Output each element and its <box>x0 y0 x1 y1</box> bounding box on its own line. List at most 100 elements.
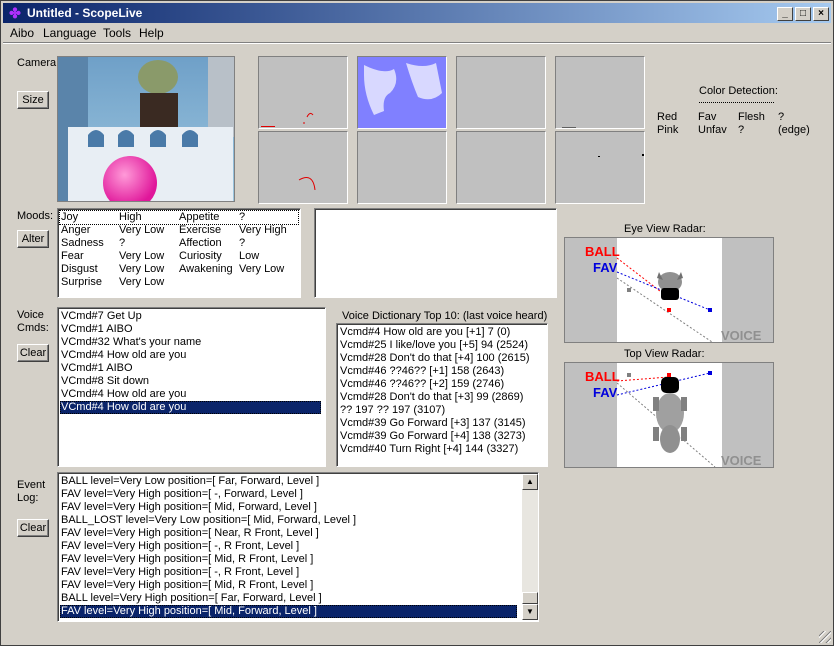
mood-cell: Sadness <box>61 237 104 249</box>
mood-cell: Curiosity <box>179 250 222 262</box>
voice-cmd-item[interactable]: VCmd#4 How old are you <box>60 388 321 401</box>
event-log-item[interactable]: BALL level=Very High position=[ Far, For… <box>60 592 517 605</box>
mood-cell: Appetite <box>179 211 220 223</box>
event-log-item[interactable]: FAV level=Very High position=[ -, R Fron… <box>60 540 517 553</box>
dictionary-item[interactable]: Vcmd#46 ??46?? [+2] 159 (2746) <box>339 378 543 391</box>
camera-image <box>58 57 234 201</box>
moods-label: Moods: <box>17 210 54 222</box>
detection-cell-flesh-bottom <box>456 131 546 204</box>
mood-cell: Fear <box>61 250 84 262</box>
dictionary-item[interactable]: Vcmd#28 Don't do that [+4] 100 (2615) <box>339 352 543 365</box>
alter-button[interactable]: Alter <box>17 230 49 248</box>
event-log-item[interactable]: BALL_LOST level=Very Low position=[ Mid,… <box>60 514 517 527</box>
eye-voice-label: VOICE <box>721 328 762 343</box>
color-detection-divider <box>699 102 774 103</box>
top-view-radar: BALL FAV VOICE <box>564 362 774 468</box>
voice-dictionary-list[interactable]: Vcmd#4 How old are you [+1] 7 (0) Vcmd#25… <box>336 323 548 467</box>
detection-cell-pink-top <box>357 56 447 129</box>
dictionary-item[interactable]: Vcmd#25 I like/love you [+5] 94 (2524) <box>339 339 543 352</box>
event-log-item[interactable]: FAV level=Very High position=[ Mid, Forw… <box>60 501 517 514</box>
size-button[interactable]: Size <box>17 91 49 109</box>
voice-cmds-list[interactable]: VCmd#7 Get Up VCmd#1 AIBO VCmd#32 What's y… <box>57 307 326 467</box>
mood-cell: Very Low <box>119 224 165 236</box>
voice-cmd-item[interactable]: VCmd#4 How old are you <box>60 401 321 414</box>
dictionary-item[interactable]: Vcmd#39 Go Forward [+3] 137 (3145) <box>339 417 543 430</box>
mood-cell: Anger <box>61 224 91 236</box>
color-fav: Fav <box>698 111 717 123</box>
mood-cell: Awakening <box>179 263 233 275</box>
color-pink: Pink <box>657 124 679 136</box>
event-log-clear-button[interactable]: Clear <box>17 519 49 537</box>
mood-cell: ? <box>239 211 246 223</box>
top-voice-label: VOICE <box>721 453 762 468</box>
color-edge: (edge) <box>778 124 810 136</box>
mood-cell: Very Low <box>239 263 285 275</box>
voice-cmd-item[interactable]: VCmd#7 Get Up <box>60 310 321 323</box>
red-detection-plot <box>261 112 314 127</box>
scroll-up-arrow-icon[interactable]: ▲ <box>522 474 538 490</box>
mood-cell: Very Low <box>119 276 165 288</box>
event-log-scrollbar[interactable]: ▲ ▼ <box>522 474 538 620</box>
eye-radar-title: Eye View Radar: <box>624 223 706 235</box>
edge-bottom-plot <box>598 154 644 157</box>
mood-cell: Very Low <box>119 263 165 275</box>
menu-language[interactable]: Language <box>43 26 96 40</box>
menu-help[interactable]: Help <box>139 26 164 40</box>
event-log-label-line2: Log: <box>17 492 39 504</box>
eye-fav-label: FAV <box>593 260 618 275</box>
mood-cell: Exercise <box>179 224 222 236</box>
voice-cmd-item[interactable]: VCmd#1 AIBO <box>60 323 321 336</box>
event-log-item[interactable]: FAV level=Very High position=[ -, R Fron… <box>60 566 517 579</box>
event-log-label-line1: Event <box>17 479 46 491</box>
mood-cell: Very High <box>239 224 287 236</box>
event-log-item[interactable]: FAV level=Very High position=[ Mid, Forw… <box>60 605 517 618</box>
event-log-item[interactable]: FAV level=Very High position=[ Near, R F… <box>60 527 517 540</box>
scroll-down-arrow-icon[interactable]: ▼ <box>522 604 538 620</box>
red-bottom-plot <box>298 177 316 191</box>
mood-cell: ? <box>119 237 126 249</box>
mood-cell: Surprise <box>61 276 102 288</box>
app-window: ✤ Untitled - ScopeLive _ □ × Aibo Langua… <box>0 0 834 646</box>
pink-detection-plot <box>358 57 446 128</box>
color-unknown-2: ? <box>738 124 745 136</box>
detection-cell-red-top <box>258 56 348 129</box>
menu-aibo[interactable]: Aibo <box>10 26 34 40</box>
event-log-item[interactable]: BALL level=Very Low position=[ Far, Forw… <box>60 475 517 488</box>
scroll-thumb[interactable] <box>522 592 538 604</box>
event-log-item[interactable]: FAV level=Very High position=[ Mid, R Fr… <box>60 553 517 566</box>
voice-cmd-item[interactable]: VCmd#32 What's your name <box>60 336 321 349</box>
close-button[interactable]: × <box>813 7 829 21</box>
maximize-button[interactable]: □ <box>795 7 811 21</box>
event-log-list[interactable]: BALL level=Very Low position=[ Far, Forw… <box>57 472 539 622</box>
dictionary-item[interactable]: Vcmd#28 Don't do that [+3] 99 (2869) <box>339 391 543 404</box>
dictionary-title: Voice Dictionary Top 10: (last voice hea… <box>342 310 548 322</box>
dictionary-item[interactable]: ?? 197 ?? 197 (3107) <box>339 404 543 417</box>
mood-cell: Low <box>239 250 260 262</box>
dictionary-item[interactable]: Vcmd#4 How old are you [+1] 7 (0) <box>339 326 543 339</box>
voice-cmd-item[interactable]: VCmd#1 AIBO <box>60 362 321 375</box>
top-fav-label: FAV <box>593 385 618 400</box>
mood-detail-panel <box>314 208 557 298</box>
detection-cell-edge-top <box>555 56 645 129</box>
dictionary-item[interactable]: Vcmd#40 Turn Right [+4] 144 (3327) <box>339 443 543 456</box>
minimize-button[interactable]: _ <box>777 7 793 21</box>
voice-cmd-item[interactable]: VCmd#8 Sit down <box>60 375 321 388</box>
voice-cmd-item[interactable]: VCmd#4 How old are you <box>60 349 321 362</box>
window-title: Untitled - ScopeLive <box>27 6 143 20</box>
menu-bar: Aibo Language Tools Help <box>3 23 831 42</box>
top-radar-title: Top View Radar: <box>624 348 705 360</box>
color-unfav: Unfav <box>698 124 727 136</box>
event-log-item[interactable]: FAV level=Very High position=[ -, Forwar… <box>60 488 517 501</box>
voice-clear-button[interactable]: Clear <box>17 344 49 362</box>
resize-grip-icon[interactable] <box>819 631 831 643</box>
paw-icon: ✤ <box>9 5 21 21</box>
dictionary-item[interactable]: Vcmd#46 ??46?? [+1] 158 (2643) <box>339 365 543 378</box>
dictionary-item[interactable]: Vcmd#39 Go Forward [+4] 138 (3273) <box>339 430 543 443</box>
menu-tools[interactable]: Tools <box>103 26 131 40</box>
detection-cell-pink-bottom <box>357 131 447 204</box>
event-log-item[interactable]: FAV level=Very High position=[ Mid, R Fr… <box>60 579 517 592</box>
detection-cell-red-bottom <box>258 131 348 204</box>
mood-cell: ? <box>239 237 246 249</box>
title-bar[interactable]: ✤ Untitled - ScopeLive _ □ × <box>3 3 831 23</box>
color-unknown-1: ? <box>778 111 785 123</box>
